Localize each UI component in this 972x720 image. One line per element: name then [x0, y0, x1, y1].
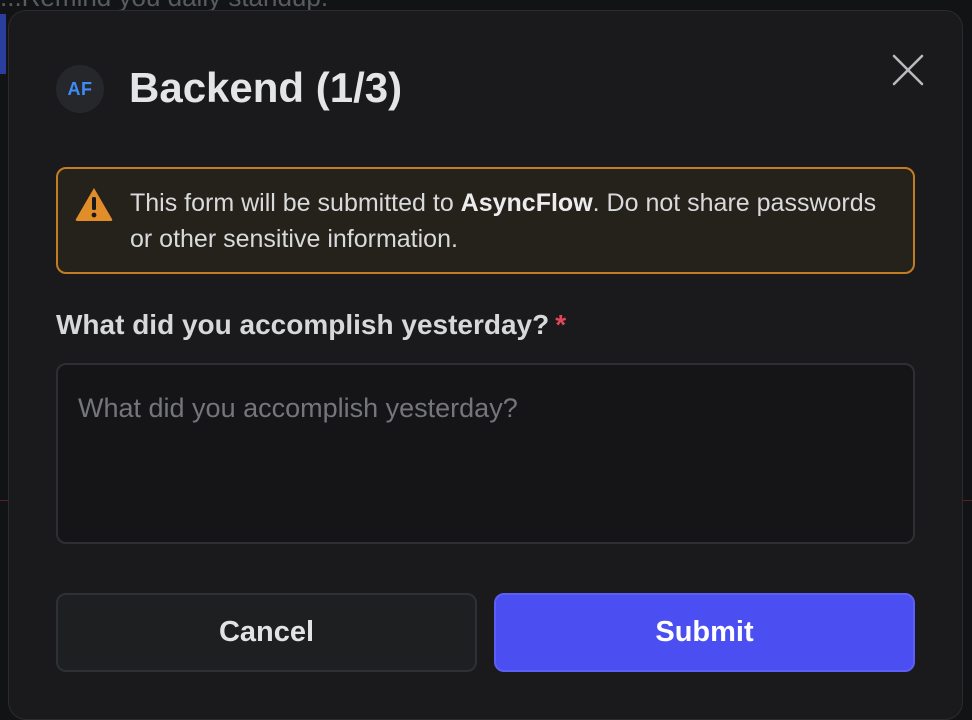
standup-dialog: AF Backend (1/3) This form will be submi…: [8, 10, 963, 720]
submit-button[interactable]: Submit: [494, 593, 915, 672]
warning-icon: [75, 188, 113, 221]
warning-message: This form will be submitted to AsyncFlow…: [130, 185, 890, 257]
warning-banner: This form will be submitted to AsyncFlow…: [56, 167, 915, 274]
background-accent-bar: [0, 14, 6, 74]
close-icon: [892, 54, 924, 86]
warning-text-before: This form will be submitted to: [130, 189, 461, 217]
accomplishments-input[interactable]: [56, 363, 915, 544]
close-button[interactable]: [886, 48, 930, 92]
question-label: What did you accomplish yesterday? *: [56, 309, 566, 341]
required-marker: *: [555, 309, 567, 340]
app-avatar: AF: [56, 65, 104, 113]
dialog-title: Backend (1/3): [129, 64, 403, 111]
cancel-button[interactable]: Cancel: [56, 593, 477, 672]
question-label-text: What did you accomplish yesterday?: [56, 309, 550, 340]
warning-app-name: AsyncFlow: [460, 189, 593, 217]
